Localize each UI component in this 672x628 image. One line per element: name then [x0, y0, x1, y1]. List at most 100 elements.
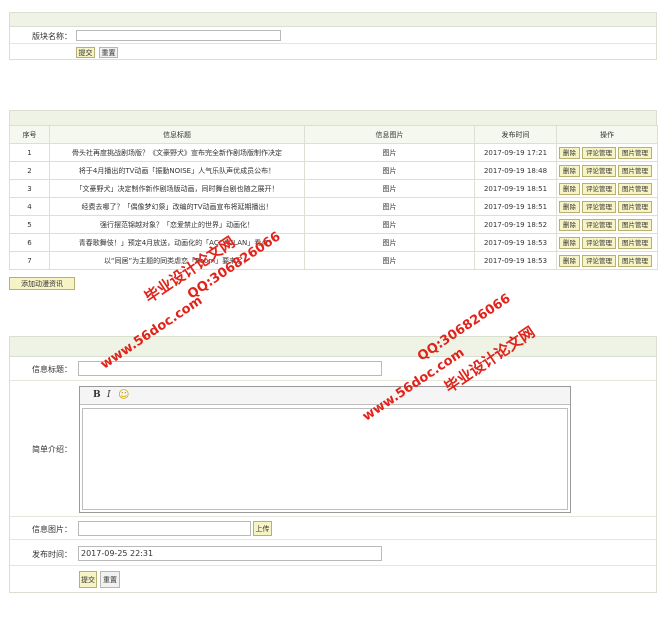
delete-button[interactable]: 删除 [559, 200, 580, 213]
row-time: 2017-09-19 18:51 [474, 197, 557, 216]
add-news-button[interactable]: 添加动漫资讯 [9, 277, 75, 290]
row-time: 2017-09-19 18:53 [474, 233, 557, 252]
row-time: 2017-09-19 18:52 [474, 215, 557, 234]
news-list-header [9, 110, 657, 126]
delete-button[interactable]: 删除 [559, 236, 580, 249]
row-title: 骨头社再度挑战剧场版？《文豪野犬》宣布完全新作剧场版制作决定 [49, 143, 305, 162]
editor-content-area[interactable] [82, 408, 568, 510]
row-title: 将于4月播出的TV动画「振動NOISE」人气乐队声优成员公布！ [49, 161, 305, 180]
col-header-no: 序号 [9, 125, 50, 144]
row-no: 2 [9, 161, 50, 180]
news-reset-button[interactable]: 重置 [100, 571, 120, 588]
intro-row: 简单介绍： B I ☺ [10, 381, 656, 517]
col-header-ops: 操作 [556, 125, 658, 144]
row-image-link[interactable]: 图片 [304, 143, 475, 162]
images-button[interactable]: 图片管理 [618, 182, 652, 195]
time-row: 发布时间： [10, 540, 656, 566]
images-button[interactable]: 图片管理 [618, 236, 652, 249]
block-name-label: 版块名称： [32, 32, 72, 41]
row-title: 经费去哪了？「偶像梦幻祭」改编的TV动画宣布将延期播出！ [49, 197, 305, 216]
table-row: 3 「文豪野犬」决定制作新作剧场版动画，同时舞台剧也随之展开！ 图片 2017-… [9, 179, 658, 198]
comments-button[interactable]: 评论管理 [582, 218, 616, 231]
row-image-link[interactable]: 图片 [304, 215, 475, 234]
row-title: 以“同居”为主题的同类虐恋「Room」要来了！ [49, 251, 305, 270]
row-no: 6 [9, 233, 50, 252]
block-form-panel: 版块名称： 提交 重置 [9, 12, 657, 60]
block-form-header [10, 13, 656, 27]
comments-button[interactable]: 评论管理 [582, 200, 616, 213]
table-row: 4 经费去哪了？「偶像梦幻祭」改编的TV动画宣布将延期播出！ 图片 2017-0… [9, 197, 658, 216]
block-buttons-row: 提交 重置 [10, 44, 656, 60]
block-name-row: 版块名称： [10, 26, 656, 44]
table-row: 1 骨头社再度挑战剧场版？《文豪野犬》宣布完全新作剧场版制作决定 图片 2017… [9, 143, 658, 162]
editor-toolbar: B I ☺ [80, 387, 570, 405]
row-title: 青春歌舞伎！」预定4月放送，动画化的「ACCACLAN」看点！ [49, 233, 305, 252]
row-no: 3 [9, 179, 50, 198]
news-table: 序号 信息标题 信息图片 发布时间 操作 1 骨头社再度挑战剧场版？《文豪野犬》… [9, 125, 658, 270]
row-time: 2017-09-19 18:51 [474, 179, 557, 198]
delete-button[interactable]: 删除 [559, 164, 580, 177]
row-time: 2017-09-19 17:21 [474, 143, 557, 162]
upload-button[interactable]: 上传 [253, 521, 272, 536]
row-image-link[interactable]: 图片 [304, 179, 475, 198]
row-time: 2017-09-19 18:53 [474, 251, 557, 270]
row-ops: 删除 评论管理 图片管理 [556, 161, 658, 180]
image-row: 信息图片： 上传 [10, 517, 656, 540]
images-button[interactable]: 图片管理 [618, 254, 652, 267]
bold-icon[interactable]: B [93, 390, 101, 400]
col-header-time: 发布时间 [474, 125, 557, 144]
col-header-image: 信息图片 [304, 125, 475, 144]
row-ops: 删除 评论管理 图片管理 [556, 143, 658, 162]
row-image-link[interactable]: 图片 [304, 197, 475, 216]
italic-icon[interactable]: I [107, 390, 111, 400]
images-button[interactable]: 图片管理 [618, 218, 652, 231]
emoji-icon[interactable]: ☺ [118, 388, 129, 401]
table-row: 7 以“同居”为主题的同类虐恋「Room」要来了！ 图片 2017-09-19 … [9, 251, 658, 270]
news-form-panel: 信息标题： 简单介绍： B I ☺ 信息图片： 上传 发布时间： 提交 重置 [9, 336, 657, 593]
comments-button[interactable]: 评论管理 [582, 236, 616, 249]
publish-time-input[interactable] [78, 546, 382, 561]
block-submit-button[interactable]: 提交 [76, 47, 95, 58]
delete-button[interactable]: 删除 [559, 218, 580, 231]
title-row: 信息标题： [10, 356, 656, 381]
time-label: 发布时间： [32, 550, 72, 559]
news-form-header [10, 337, 656, 357]
title-label: 信息标题： [32, 365, 72, 374]
row-no: 5 [9, 215, 50, 234]
comments-button[interactable]: 评论管理 [582, 254, 616, 267]
comments-button[interactable]: 评论管理 [582, 182, 616, 195]
row-image-link[interactable]: 图片 [304, 251, 475, 270]
images-button[interactable]: 图片管理 [618, 164, 652, 177]
row-ops: 删除 评论管理 图片管理 [556, 179, 658, 198]
row-time: 2017-09-19 18:48 [474, 161, 557, 180]
block-name-input[interactable] [76, 30, 281, 41]
row-ops: 删除 评论管理 图片管理 [556, 215, 658, 234]
intro-label: 简单介绍： [32, 445, 72, 454]
image-label: 信息图片： [32, 525, 72, 534]
table-row: 6 青春歌舞伎！」预定4月放送，动画化的「ACCACLAN」看点！ 图片 201… [9, 233, 658, 252]
delete-button[interactable]: 删除 [559, 182, 580, 195]
delete-button[interactable]: 删除 [559, 254, 580, 267]
row-no: 1 [9, 143, 50, 162]
comments-button[interactable]: 评论管理 [582, 146, 616, 159]
row-ops: 删除 评论管理 图片管理 [556, 251, 658, 270]
table-row: 2 将于4月播出的TV动画「振動NOISE」人气乐队声优成员公布！ 图片 201… [9, 161, 658, 180]
row-ops: 删除 评论管理 图片管理 [556, 197, 658, 216]
row-title: 强行摆范锦越对象？「恋爱禁止的世界」动画化！ [49, 215, 305, 234]
row-title: 「文豪野犬」决定制作新作剧场版动画，同时舞台剧也随之展开！ [49, 179, 305, 198]
row-ops: 删除 评论管理 图片管理 [556, 233, 658, 252]
rich-text-editor: B I ☺ [79, 386, 571, 513]
images-button[interactable]: 图片管理 [618, 200, 652, 213]
title-input[interactable] [78, 361, 382, 376]
image-path-input[interactable] [78, 521, 251, 536]
row-image-link[interactable]: 图片 [304, 233, 475, 252]
row-no: 4 [9, 197, 50, 216]
delete-button[interactable]: 删除 [559, 146, 580, 159]
block-reset-button[interactable]: 重置 [99, 47, 118, 58]
form-buttons-row: 提交 重置 [10, 566, 656, 593]
comments-button[interactable]: 评论管理 [582, 164, 616, 177]
news-submit-button[interactable]: 提交 [79, 571, 97, 588]
row-image-link[interactable]: 图片 [304, 161, 475, 180]
row-no: 7 [9, 251, 50, 270]
images-button[interactable]: 图片管理 [618, 146, 652, 159]
